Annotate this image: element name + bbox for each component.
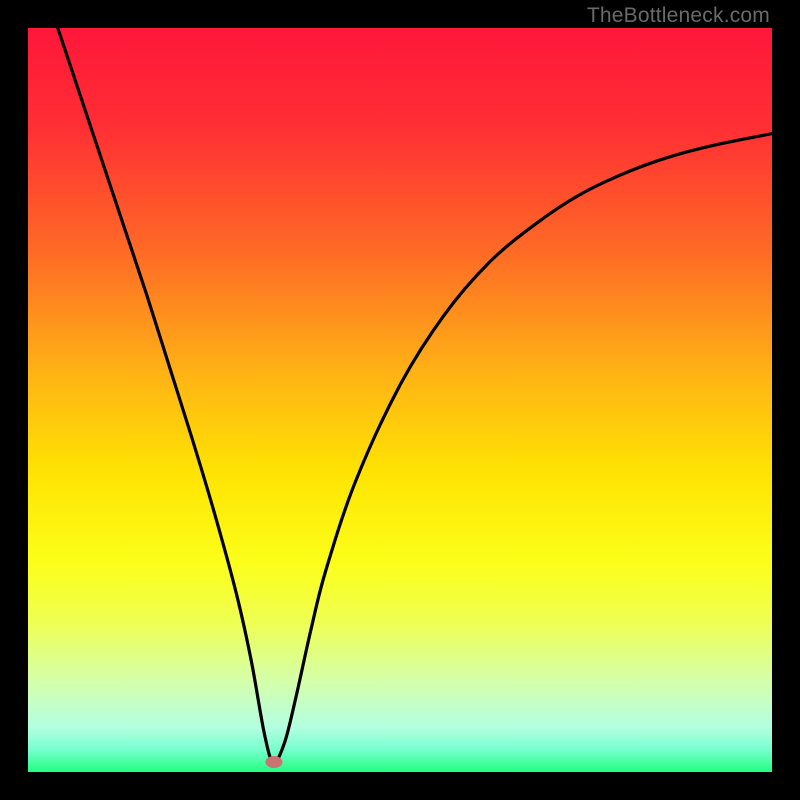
optimal-point-marker — [266, 756, 283, 768]
chart-frame: TheBottleneck.com — [0, 0, 800, 800]
plot-area — [28, 28, 772, 772]
watermark-text: TheBottleneck.com — [587, 4, 770, 28]
bottleneck-curve — [28, 28, 772, 772]
